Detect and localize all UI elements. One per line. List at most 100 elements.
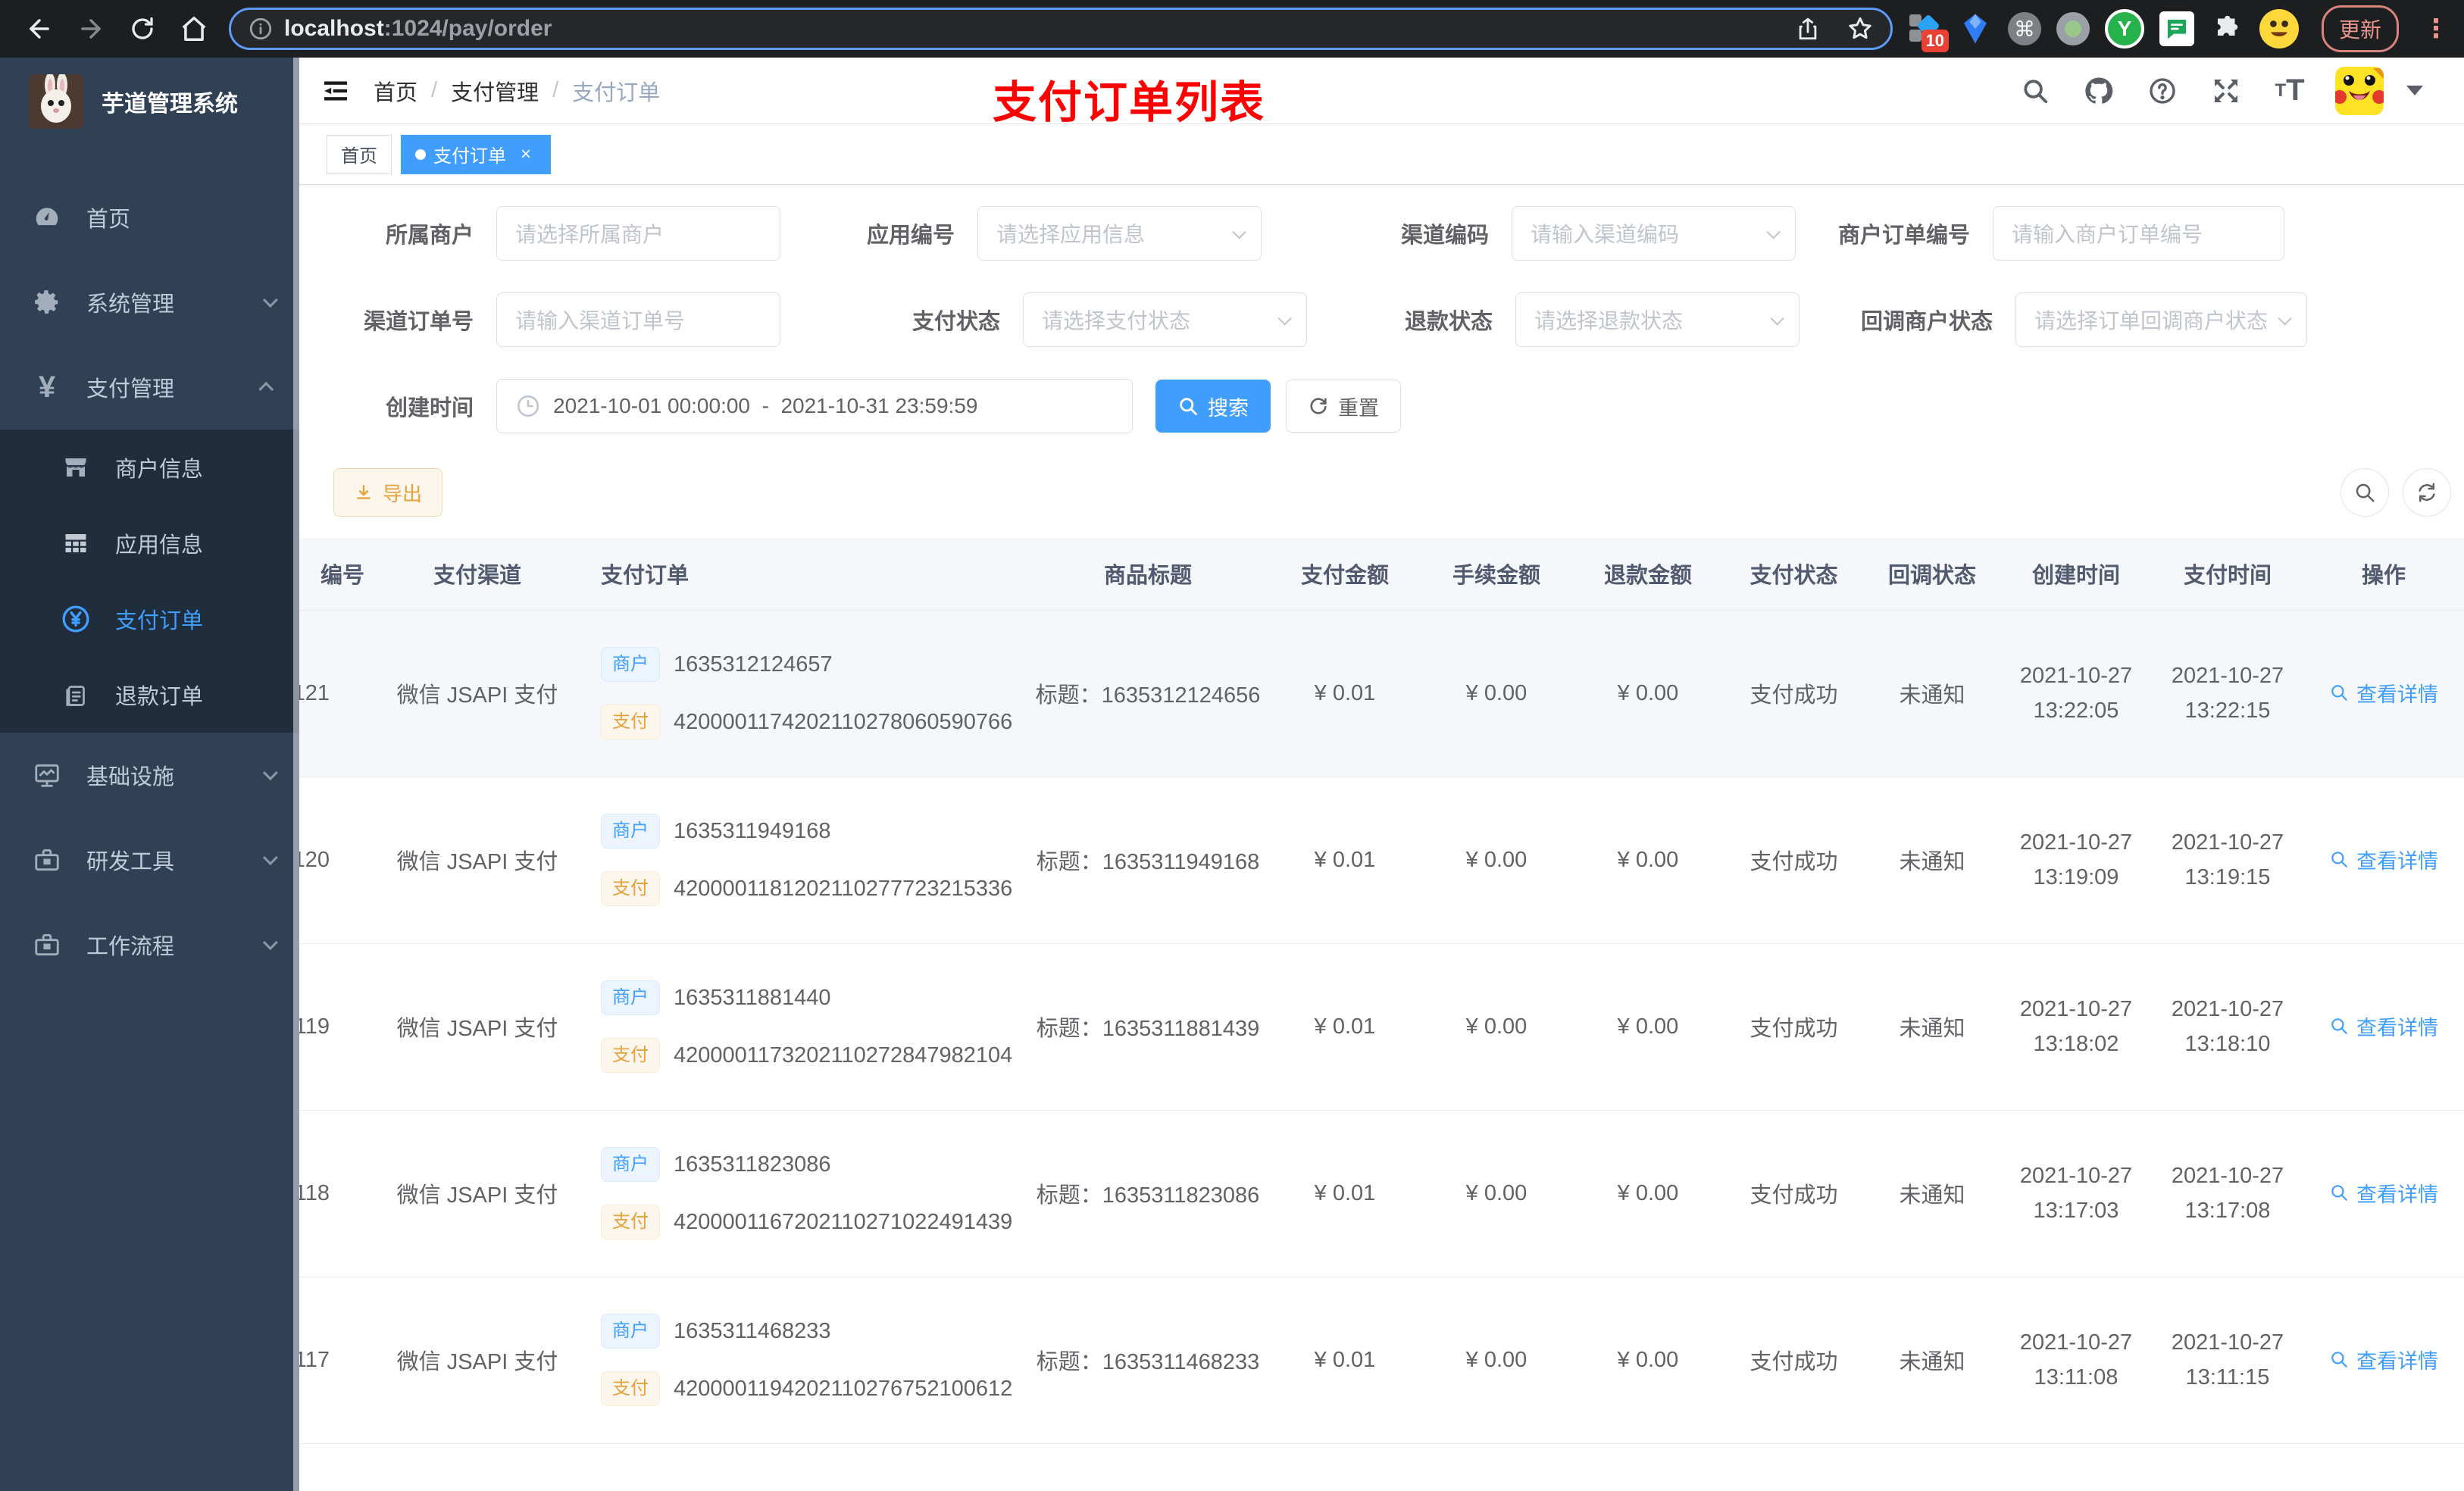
channel-code-select[interactable]: 请输入渠道编码 <box>1512 206 1796 261</box>
breadcrumb: 首页 / 支付管理 / 支付订单 <box>374 75 660 107</box>
filter-label: 创建时间 <box>385 396 474 420</box>
share-icon[interactable] <box>1795 16 1821 42</box>
document-icon <box>59 681 92 708</box>
search-button[interactable]: 搜索 <box>1155 380 1271 433</box>
sidebar-item-app-info[interactable]: 应用信息 <box>0 505 299 581</box>
table-row[interactable]: 117 微信 JSAPI 支付 商户1635311468233 支付420000… <box>299 1277 2464 1444</box>
chevron-down-icon <box>1232 224 1246 239</box>
merchant-tag: 商户 <box>601 1314 660 1349</box>
forward-icon[interactable] <box>71 9 111 48</box>
sidebar: 芋道管理系统 首页 系统管理 ¥ 支付管理 商户信息 应用信息 支付订单 退款订… <box>0 58 299 1491</box>
sidebar-item-payment[interactable]: ¥ 支付管理 <box>0 345 299 430</box>
logo: 芋道管理系统 <box>0 58 299 145</box>
table-header-row: 编号 支付渠道 支付订单 商品标题 支付金额 手续金额 退款金额 支付状态 回调… <box>299 538 2464 611</box>
payment-submenu: 商户信息 应用信息 支付订单 退款订单 <box>0 430 299 733</box>
sidebar-menu: 首页 系统管理 ¥ 支付管理 商户信息 应用信息 支付订单 退款订单 基础设施 … <box>0 145 299 987</box>
refresh-table-button[interactable] <box>2403 468 2451 517</box>
browser-menu-icon[interactable]: ⋮ <box>2423 14 2450 44</box>
active-dot-icon <box>415 148 426 160</box>
view-detail-link[interactable]: 查看详情 <box>2329 845 2438 874</box>
sidebar-item-refund-order[interactable]: 退款订单 <box>0 657 299 733</box>
avatar-caret-icon[interactable] <box>2406 86 2423 95</box>
yen-icon: ¥ <box>38 370 56 404</box>
sidebar-item-dev-tools[interactable]: 研发工具 <box>0 817 299 902</box>
home-icon[interactable] <box>174 9 214 48</box>
scrollbar[interactable] <box>293 58 299 1491</box>
tab-pay-order[interactable]: 支付订单 × <box>401 134 551 174</box>
avatar[interactable] <box>2335 66 2384 115</box>
sidebar-item-infrastructure[interactable]: 基础设施 <box>0 733 299 817</box>
screen: localhost:1024/pay/order 10 ⌘ Y 更新 ⋮ 芋道管… <box>0 0 2464 1491</box>
site-info-icon[interactable] <box>248 16 274 42</box>
monitor-icon <box>32 761 62 789</box>
refund-status-select[interactable]: 请选择退款状态 <box>1515 292 1800 347</box>
table-row[interactable]: 121 微信 JSAPI 支付 商户1635312124657 支付420000… <box>299 610 2464 777</box>
back-icon[interactable] <box>20 9 59 48</box>
chevron-down-icon <box>1770 311 1784 326</box>
refresh-icon <box>1308 395 1329 417</box>
address-bar[interactable]: localhost:1024/pay/order <box>229 8 1893 50</box>
extension-dot-icon[interactable] <box>2056 12 2090 45</box>
extension-chat-icon[interactable] <box>2159 11 2194 46</box>
sidebar-item-workflow[interactable]: 工作流程 <box>0 902 299 987</box>
chevron-down-icon <box>262 935 278 951</box>
view-detail-link[interactable]: 查看详情 <box>2329 678 2438 708</box>
search-icon[interactable] <box>2017 73 2053 109</box>
chevron-up-icon <box>258 381 274 397</box>
reset-button[interactable]: 重置 <box>1286 380 1401 433</box>
navbar-tools: TT <box>2017 66 2443 115</box>
emoji-avatar-icon[interactable] <box>2259 9 2299 48</box>
sidebar-item-system[interactable]: 系统管理 <box>0 260 299 345</box>
merchant-order-no-input[interactable]: 请输入商户订单编号 <box>1993 206 2284 261</box>
pay-status-select[interactable]: 请选择支付状态 <box>1023 292 1307 347</box>
store-icon <box>59 454 92 481</box>
merchant-tag: 商户 <box>601 1147 660 1182</box>
breadcrumb-payment[interactable]: 支付管理 <box>451 75 539 107</box>
chevron-down-icon <box>262 850 278 866</box>
app-select[interactable]: 请选择应用信息 <box>977 206 1262 261</box>
url-text[interactable]: localhost:1024/pay/order <box>284 16 1795 42</box>
update-button[interactable]: 更新 <box>2321 5 2399 52</box>
show-search-button[interactable] <box>2340 468 2389 517</box>
font-size-icon[interactable]: TT <box>2272 73 2308 109</box>
breadcrumb-home[interactable]: 首页 <box>374 75 417 107</box>
tab-home[interactable]: 首页 <box>327 134 392 174</box>
table-toolbar: 导出 <box>299 465 2464 517</box>
merchant-select[interactable]: 请选择所属商户 <box>496 206 780 261</box>
github-icon[interactable] <box>2081 73 2117 109</box>
yen-circle-icon <box>59 604 92 634</box>
help-icon[interactable] <box>2144 73 2181 109</box>
grid-table-icon <box>59 530 92 557</box>
export-button[interactable]: 导出 <box>333 468 443 517</box>
table-row[interactable]: 119 微信 JSAPI 支付 商户1635311881440 支付420000… <box>299 943 2464 1111</box>
pay-tag: 支付 <box>601 1205 660 1239</box>
table-row[interactable]: 120 微信 JSAPI 支付 商户1635311949168 支付420000… <box>299 777 2464 944</box>
channel-order-no-input[interactable]: 请输入渠道订单号 <box>496 292 780 347</box>
reload-icon[interactable] <box>123 9 162 48</box>
view-detail-link[interactable]: 查看详情 <box>2329 1178 2438 1208</box>
bookmark-star-icon[interactable] <box>1846 15 1874 42</box>
sidebar-collapse-icon[interactable] <box>321 76 351 106</box>
notify-status-select[interactable]: 请选择订单回调商户状态 <box>2015 292 2307 347</box>
close-icon[interactable]: × <box>515 144 536 165</box>
extension-tiles-icon[interactable]: 10 <box>1908 11 1949 52</box>
table-row[interactable]: 118 微信 JSAPI 支付 商户1635311823086 支付420000… <box>299 1110 2464 1277</box>
sidebar-item-home[interactable]: 首页 <box>0 175 299 260</box>
sidebar-item-pay-order[interactable]: 支付订单 <box>0 581 299 657</box>
sidebar-item-merchant-info[interactable]: 商户信息 <box>0 430 299 505</box>
breadcrumb-current: 支付订单 <box>572 80 661 105</box>
extension-command-icon[interactable]: ⌘ <box>2007 12 2041 45</box>
table-row[interactable]: 商户1635311351736 <box>299 1443 2464 1491</box>
extensions-puzzle-icon[interactable] <box>2209 11 2244 46</box>
clock-icon <box>515 393 541 419</box>
extension-y-icon[interactable]: Y <box>2104 9 2144 48</box>
page-content: 所属商户 请选择所属商户 应用编号 请选择应用信息 渠道编码 请输入渠道编码 商… <box>299 185 2464 1491</box>
fullscreen-icon[interactable] <box>2208 73 2244 109</box>
date-range-picker[interactable]: 2021-10-01 00:00:00 - 2021-10-31 23:59:5… <box>496 379 1133 433</box>
merchant-tag: 商户 <box>601 647 660 682</box>
extension-gem-icon[interactable] <box>1958 11 1993 46</box>
view-detail-link[interactable]: 查看详情 <box>2329 1345 2438 1374</box>
filter-label: 退款状态 <box>1404 310 1493 334</box>
chevron-down-icon <box>262 765 278 781</box>
view-detail-link[interactable]: 查看详情 <box>2329 1011 2438 1041</box>
